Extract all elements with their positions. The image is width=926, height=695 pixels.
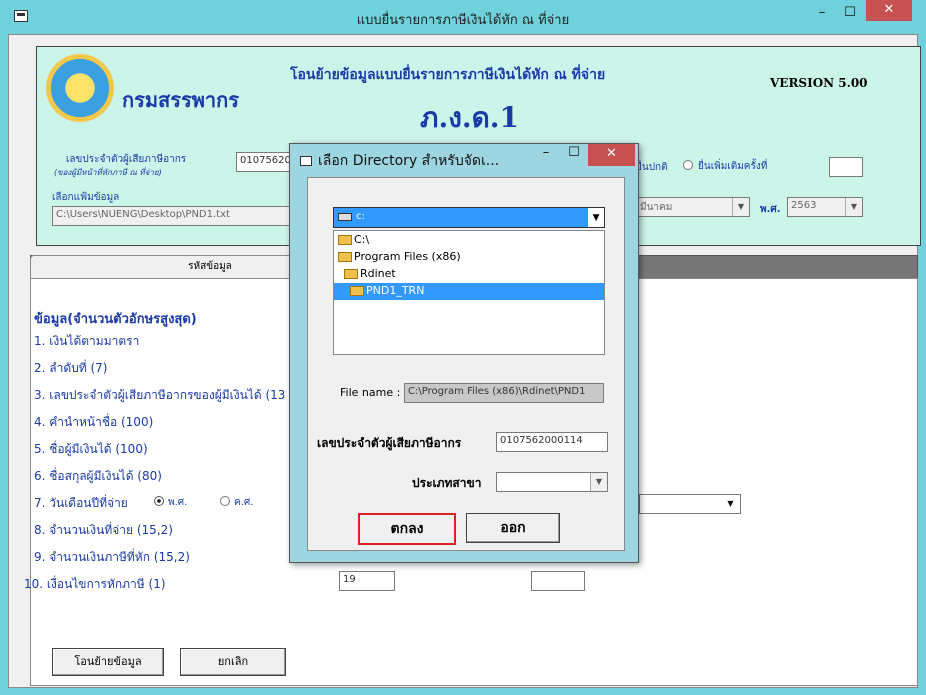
list-item: 3. เลขประจำตัวผู้เสียภาษีอากรของผู้มีเงิ… xyxy=(34,388,286,402)
chevron-down-icon[interactable]: ▼ xyxy=(590,473,607,491)
list-item: 8. จำนวนเงินที่จ่าย (15,2) xyxy=(34,523,173,537)
folder-open-icon xyxy=(338,235,352,245)
directory-list[interactable]: C:\ Program Files (x86) Rdinet PND1_TRN xyxy=(333,230,605,355)
dialog-title-text: เลือก Directory สำหรับจัดเ... xyxy=(318,153,500,169)
drive-value: c: xyxy=(356,211,365,222)
date-be-radio[interactable] xyxy=(154,496,164,506)
taxid-sublabel: (ของผู้มีหน้าที่หักภาษี ณ ที่จ่าย) xyxy=(54,168,162,177)
list-item: 9. จำนวนเงินภาษีที่หัก (15,2) xyxy=(34,550,190,564)
branch-type-label: ประเภทสาขา xyxy=(412,476,482,490)
drive-selected: c: xyxy=(334,208,589,227)
minimize-button[interactable]: – xyxy=(808,4,836,24)
close-button[interactable]: ✕ xyxy=(866,0,912,21)
dialog-app-icon xyxy=(300,156,312,166)
window-title: แบบยื่นรายการภาษีเงินได้หัก ณ ที่จ่าย xyxy=(356,13,570,28)
folder-open-icon xyxy=(344,269,358,279)
dir-label: Rdinet xyxy=(360,267,396,280)
month-value: มีนาคม xyxy=(640,202,673,213)
date-ce-radio[interactable] xyxy=(220,496,230,506)
field10-column-input[interactable]: 19 xyxy=(339,571,395,591)
revenue-department-logo xyxy=(46,54,114,122)
transfer-data-button[interactable]: โอนย้ายข้อมูล xyxy=(52,648,164,676)
dialog-title: เลือก Directory สำหรับจัดเ... xyxy=(300,150,499,172)
list-item: 10. เงื่อนไขการหักภาษี (1) xyxy=(24,577,166,591)
dir-label: C:\ xyxy=(354,233,370,246)
filename-input[interactable]: C:\Program Files (x86)\Rdinet\PND1 xyxy=(404,383,604,403)
field10-extra-input[interactable] xyxy=(531,571,585,591)
list-item-selected[interactable]: PND1_TRN xyxy=(334,283,604,300)
date-be-label: พ.ศ. xyxy=(168,497,188,508)
chevron-down-icon[interactable]: ▼ xyxy=(845,198,862,216)
extra-filing-label: ยื่นเพิ่มเติมครั้งที่ xyxy=(698,161,768,172)
maximize-button[interactable]: ☐ xyxy=(836,4,864,24)
dir-label: Program Files (x86) xyxy=(354,250,461,263)
list-item: 2. ลำดับที่ (7) xyxy=(34,361,108,375)
year-label: พ.ศ. xyxy=(760,204,781,215)
banner-title: โอนย้ายข้อมูลแบบยื่นรายการภาษีเงินได้หัก… xyxy=(290,67,606,83)
dir-label: PND1_TRN xyxy=(366,284,425,297)
list-item[interactable]: C:\ xyxy=(338,232,373,249)
taxid-input[interactable]: 01075620 xyxy=(236,152,296,172)
form-code: ภ.ง.ด.1 xyxy=(420,101,520,134)
list-item: 4. คำนำหน้าชื่อ (100) xyxy=(34,415,154,429)
exit-button[interactable]: ออก xyxy=(466,513,560,543)
date-ce-label: ค.ศ. xyxy=(234,497,254,508)
list-item: 1. เงินได้ตามมาตรา xyxy=(34,334,140,348)
folder-open-icon xyxy=(338,252,352,262)
list-item: 7. วันเดือนปีที่จ่าย xyxy=(34,496,128,510)
year-value: 2563 xyxy=(791,200,817,211)
chevron-down-icon[interactable]: ▼ xyxy=(722,495,739,513)
ok-button[interactable]: ตกลง xyxy=(358,513,456,545)
dialog-minimize-button[interactable]: – xyxy=(532,144,560,164)
extra-filing-radio[interactable] xyxy=(683,160,693,170)
file-label: เลือกแฟ้มข้อมูล xyxy=(52,192,120,203)
list-item[interactable]: Rdinet xyxy=(344,266,400,283)
file-path-input[interactable]: C:\Users\NUENG\Desktop\PND1.txt xyxy=(52,206,296,226)
list-item: 6. ชื่อสกุลผู้มีเงินได้ (80) xyxy=(34,469,162,483)
dialog-taxid-input[interactable]: 0107562000114 xyxy=(496,432,608,452)
dialog-maximize-button[interactable]: ☐ xyxy=(560,144,588,164)
cancel-button[interactable]: ยกเลิก xyxy=(180,648,286,676)
drive-select[interactable]: c: ▼ xyxy=(333,207,605,228)
normal-filing-label: ยื่นปกติ xyxy=(636,162,668,173)
filename-label: File name : xyxy=(340,386,401,399)
taxid-label: เลขประจำตัวผู้เสียภาษีอากร xyxy=(66,154,187,165)
extra-filing-count-input[interactable] xyxy=(829,157,863,177)
section-title: ข้อมูล(จำนวนตัวอักษรสูงสุด) xyxy=(34,312,197,327)
list-item: 5. ชื่อผู้มีเงินได้ (100) xyxy=(34,442,148,456)
list-item[interactable]: Program Files (x86) xyxy=(338,249,465,266)
folder-open-icon xyxy=(350,286,364,296)
dialog-close-button[interactable]: ✕ xyxy=(588,144,635,166)
chevron-down-icon[interactable]: ▼ xyxy=(588,213,604,223)
department-name: กรมสรรพากร xyxy=(122,88,239,112)
drive-icon xyxy=(338,213,352,221)
version-label: VERSION 5.00 xyxy=(770,76,868,90)
dialog-taxid-label: เลขประจำตัวผู้เสียภาษีอากร xyxy=(317,436,462,450)
chevron-down-icon[interactable]: ▼ xyxy=(732,198,749,216)
